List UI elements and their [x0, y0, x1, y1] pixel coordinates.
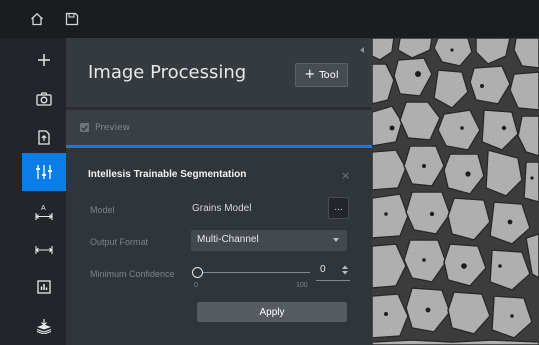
output-format-label: Output Format	[90, 237, 149, 247]
collapse-caret-icon[interactable]	[360, 47, 365, 53]
confidence-slider-track[interactable]	[199, 272, 310, 273]
confidence-input-underline	[316, 280, 350, 281]
page-title: Image Processing	[88, 62, 247, 83]
model-label: Model	[90, 205, 115, 215]
image-processing-sliders-icon[interactable]	[22, 153, 66, 191]
preview-checkbox[interactable]	[80, 123, 89, 132]
chevron-down-icon	[333, 238, 339, 242]
home-icon[interactable]	[27, 9, 47, 29]
minimum-confidence-label: Minimum Confidence	[90, 269, 175, 279]
segmentation-title: Intellesis Trainable Segmentation	[88, 169, 247, 180]
report-chart-icon[interactable]	[22, 268, 66, 306]
spinner-arrows-icon[interactable]	[342, 265, 348, 275]
top-toolbar	[0, 0, 539, 38]
import-icon[interactable]	[22, 118, 66, 156]
panel-header: Image Processing + Tool	[66, 38, 372, 107]
preview-toggle[interactable]: Preview	[66, 110, 372, 145]
camera-icon[interactable]	[22, 80, 66, 118]
slider-max-label: 100	[296, 282, 308, 289]
preview-label: Preview	[95, 122, 131, 133]
confidence-input[interactable]: 0	[320, 264, 326, 275]
measure-angle-icon[interactable]: A	[22, 193, 66, 231]
close-icon[interactable]: ×	[341, 169, 350, 182]
slider-min-label: 0	[194, 282, 198, 289]
image-viewer[interactable]	[372, 38, 539, 345]
add-tool-button[interactable]: + Tool	[295, 63, 348, 87]
plus-icon: +	[304, 67, 316, 82]
model-value: Grains Model	[192, 203, 252, 214]
image-processing-panel: Image Processing + Tool Preview Intelles…	[66, 38, 372, 345]
apply-button[interactable]: Apply	[197, 302, 347, 322]
svg-text:A: A	[41, 205, 46, 212]
browse-model-button[interactable]: ...	[328, 197, 349, 219]
output-format-select[interactable]: Multi-Channel	[191, 230, 347, 251]
save-icon[interactable]	[62, 9, 82, 29]
confidence-slider-handle[interactable]	[192, 267, 203, 278]
output-format-value: Multi-Channel	[197, 234, 259, 245]
segmentation-card: Intellesis Trainable Segmentation × Mode…	[66, 148, 372, 345]
grain-micrograph-image	[372, 38, 539, 345]
add-icon[interactable]	[22, 41, 66, 79]
add-tool-label: Tool	[319, 69, 339, 81]
measure-distance-icon[interactable]	[22, 231, 66, 269]
stack-export-icon[interactable]	[22, 307, 66, 345]
left-tool-rail: A	[0, 38, 66, 345]
